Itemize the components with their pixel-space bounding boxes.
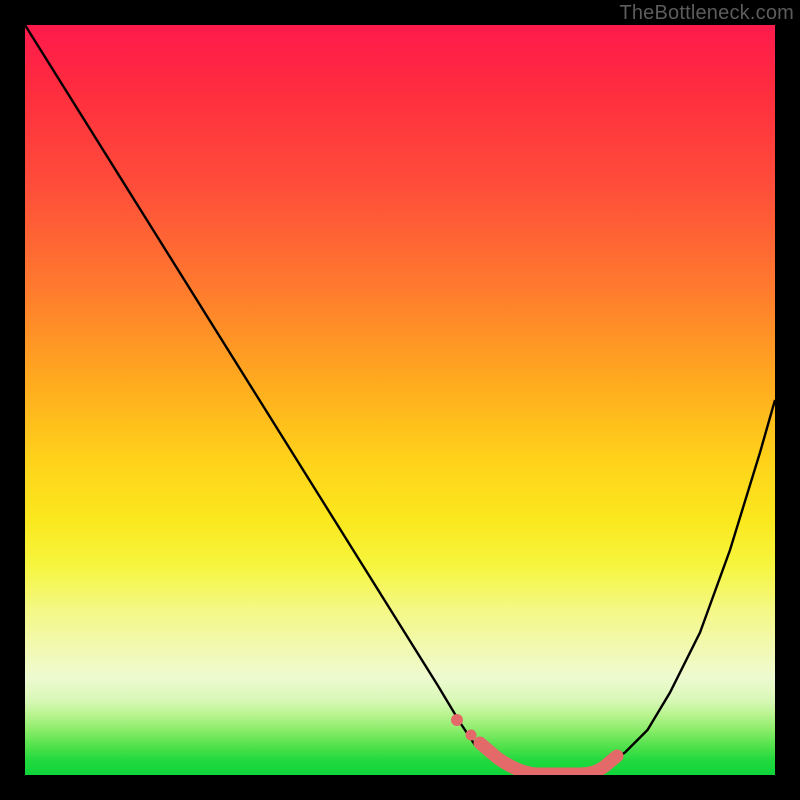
watermark-text: TheBottleneck.com (619, 2, 794, 25)
plot-area (25, 25, 775, 775)
optimal-region-dot-left-2 (466, 730, 477, 741)
optimal-region-highlight (480, 743, 617, 774)
bottleneck-curve (25, 25, 775, 775)
chart-frame: TheBottleneck.com (0, 0, 800, 800)
chart-overlay (25, 25, 775, 775)
optimal-region-dot-left (451, 714, 463, 726)
